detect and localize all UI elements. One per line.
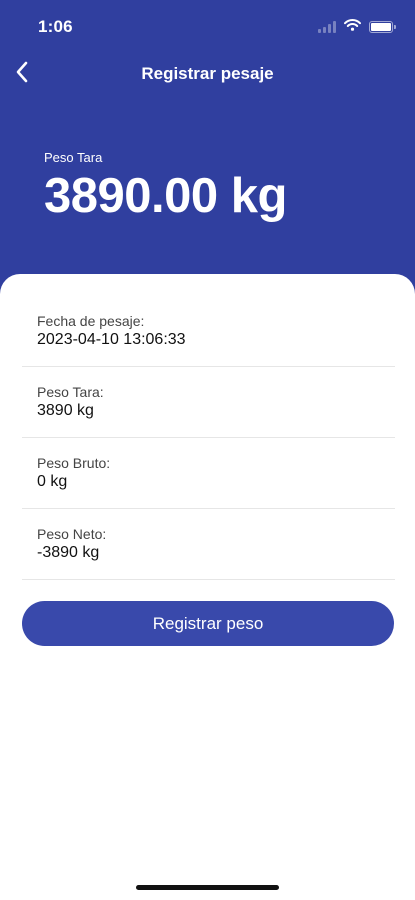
tare-label: Peso Tara xyxy=(44,150,103,165)
register-weight-button[interactable]: Registrar peso xyxy=(22,601,394,646)
details-list: Fecha de pesaje: 2023-04-10 13:06:33 Pes… xyxy=(22,296,395,580)
tare-summary: Peso Tara 3890.00 kg xyxy=(44,150,287,222)
tare-weight-row: Peso Tara: 3890 kg xyxy=(22,367,395,438)
home-indicator[interactable] xyxy=(136,885,279,890)
tare-weight-label: Peso Tara: xyxy=(37,384,104,400)
weighing-date-label: Fecha de pesaje: xyxy=(37,313,145,329)
wifi-icon xyxy=(344,18,361,36)
gross-weight-label: Peso Bruto: xyxy=(37,455,111,471)
screen: 1:06 Registrar pesaje Peso Tara 3890.00 … xyxy=(0,0,415,900)
status-icons xyxy=(318,18,396,36)
net-weight-value: -3890 kg xyxy=(37,544,100,561)
tare-weight-value: 3890 kg xyxy=(37,402,94,419)
details-card: Fecha de pesaje: 2023-04-10 13:06:33 Pes… xyxy=(0,274,415,900)
weighing-date-row: Fecha de pesaje: 2023-04-10 13:06:33 xyxy=(22,296,395,367)
status-bar: 1:06 xyxy=(0,0,415,50)
page-title: Registrar pesaje xyxy=(141,64,274,83)
weighing-date-value: 2023-04-10 13:06:33 xyxy=(37,331,186,348)
nav-bar: Registrar pesaje xyxy=(0,52,415,96)
net-weight-label: Peso Neto: xyxy=(37,526,107,542)
battery-icon xyxy=(369,21,396,33)
gross-weight-row: Peso Bruto: 0 kg xyxy=(22,438,395,509)
net-weight-row: Peso Neto: -3890 kg xyxy=(22,509,395,580)
status-time: 1:06 xyxy=(38,17,73,36)
tare-value: 3890.00 kg xyxy=(44,169,287,223)
signal-icon xyxy=(318,21,336,33)
gross-weight-value: 0 kg xyxy=(37,473,68,490)
